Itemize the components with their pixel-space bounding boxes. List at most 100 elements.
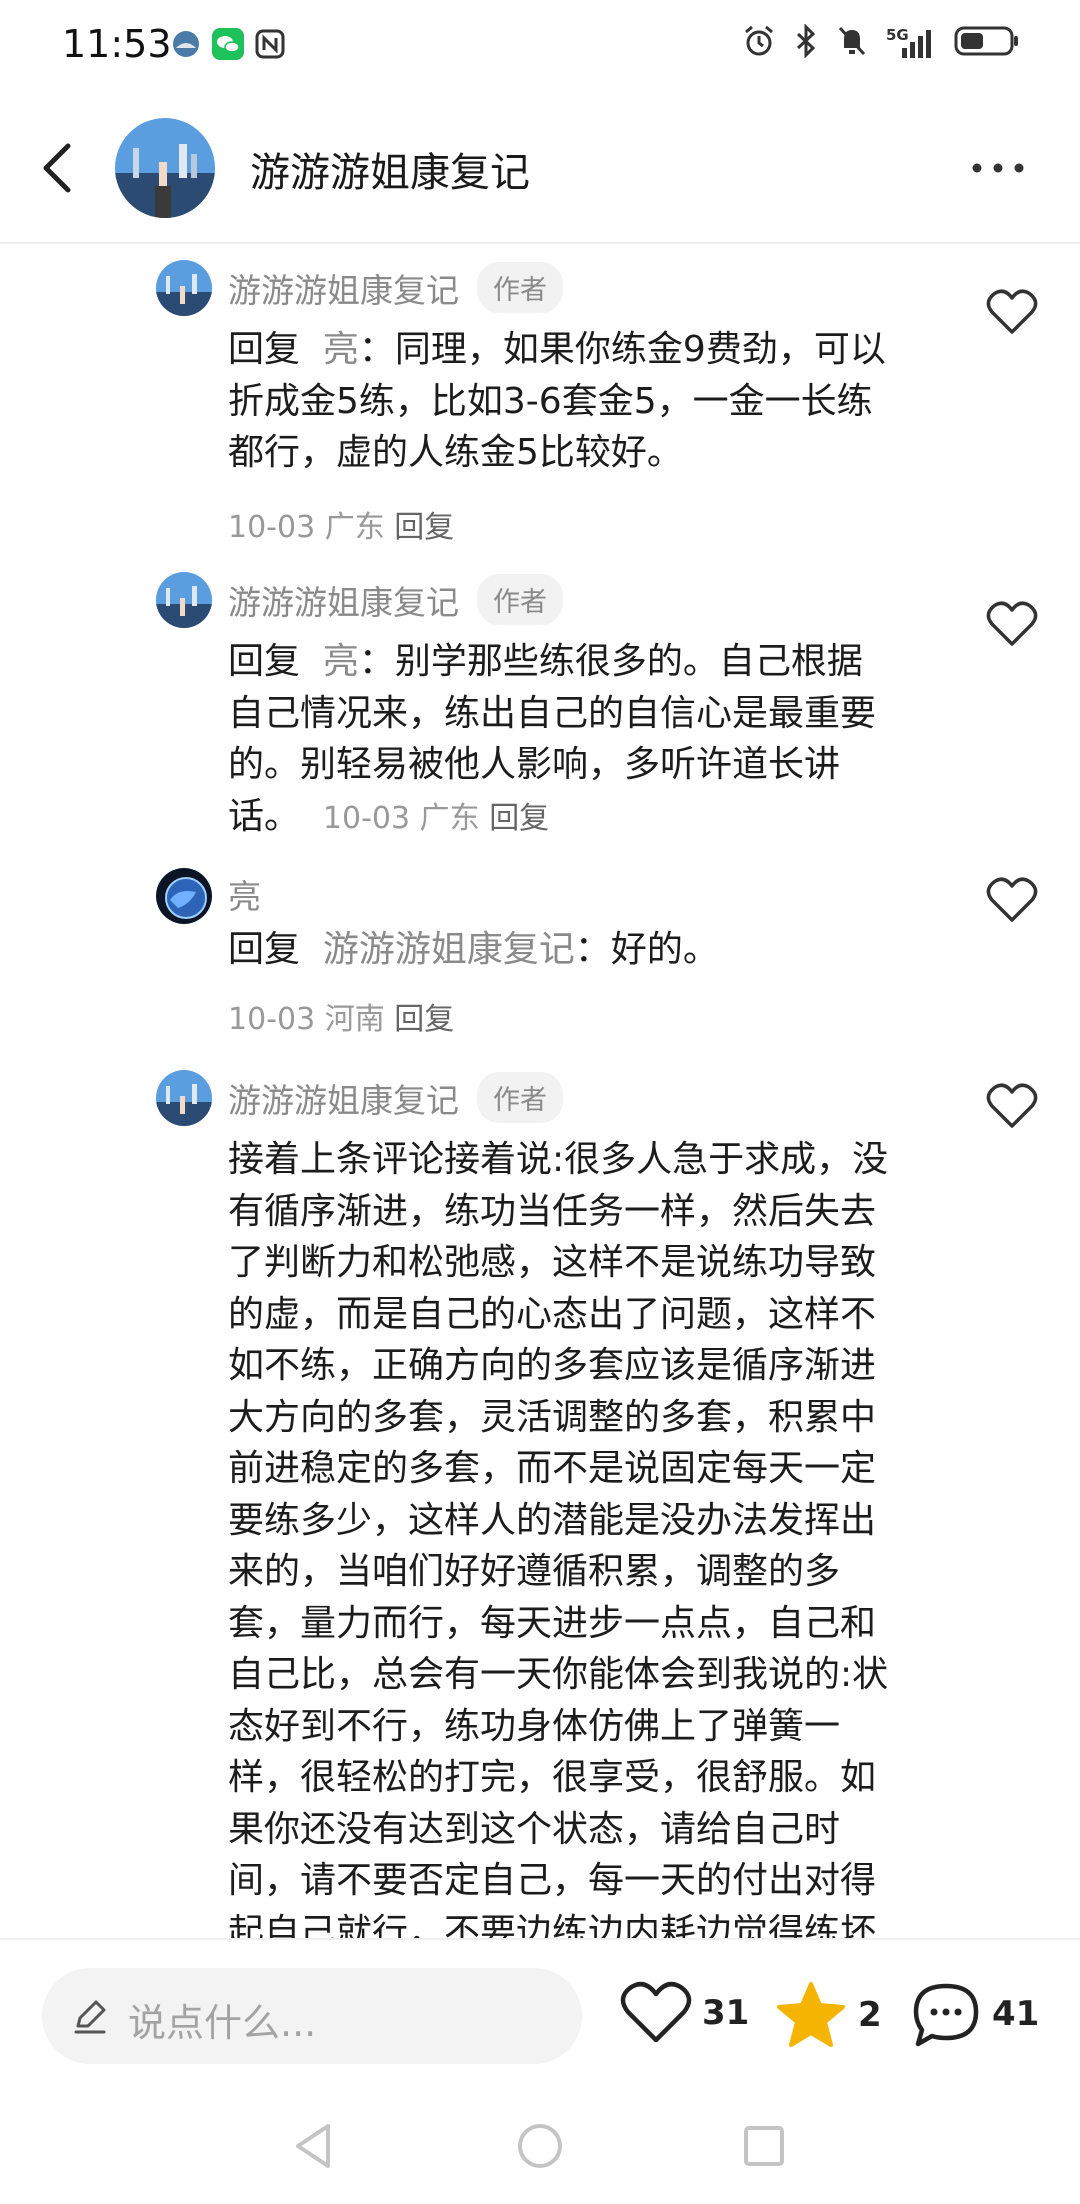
- reply-button[interactable]: 回复: [489, 801, 549, 836]
- bottom-action-bar: 说点什么... 31 2 41: [0, 1938, 1080, 2088]
- like-button[interactable]: [986, 600, 1038, 648]
- comment-stat[interactable]: 41: [910, 1980, 1039, 2048]
- comment-line: 自己比，总会有一天你能体会到我说的:状: [228, 1654, 889, 1695]
- like-button[interactable]: [986, 1082, 1038, 1130]
- heart-icon: [986, 601, 1038, 646]
- back-button[interactable]: [34, 136, 82, 200]
- comment-line: 的虚，而是自己的心态出了问题，这样不: [228, 1293, 877, 1335]
- bluetooth-icon: [794, 23, 818, 62]
- comment-line: 态好到不行，练功身体仿佛上了弹簧一: [228, 1705, 841, 1747]
- comment-line: 如不练，正确方向的多套应该是循序渐进: [228, 1345, 877, 1386]
- heart-icon: [986, 289, 1038, 334]
- comment-line: 要练多少，这样人的潜能是没办法发挥出: [228, 1499, 877, 1541]
- author-badge: 作者: [477, 574, 563, 625]
- avatar[interactable]: [156, 1070, 212, 1126]
- like-button[interactable]: [986, 288, 1038, 336]
- avatar[interactable]: [156, 260, 212, 316]
- comment-header: 游游游姐康复记 作者: [228, 262, 563, 313]
- comment-location: 广东: [419, 800, 480, 836]
- reply-keyword: 回复: [228, 929, 301, 970]
- alarm-icon: [742, 24, 776, 62]
- avatar[interactable]: [156, 572, 212, 628]
- comment-line-text: 话。: [228, 795, 301, 837]
- comment-line: 间，请不要否定自己，每一天的付出对得: [228, 1860, 877, 1901]
- page-title: 游游游姐康复记: [250, 150, 530, 196]
- reply-keyword: 回复: [228, 641, 301, 682]
- comment-line: 样，很轻松的打完，很享受，很舒服。如: [228, 1757, 877, 1798]
- mute-icon: [836, 24, 868, 62]
- header: 游游游姐康复记: [0, 92, 1080, 244]
- nav-back-icon[interactable]: [284, 2116, 344, 2176]
- comment-line-text: ：别学那些练很多的。自己根据: [358, 641, 863, 682]
- author-badge: 作者: [477, 262, 563, 313]
- comment-item: 游游游姐康复记 作者 接着上条评论接着说:很多人急于求成，没 有循序渐进，练功当…: [0, 1070, 1080, 1938]
- reply-button[interactable]: 回复: [394, 510, 454, 545]
- heart-icon: [620, 1981, 692, 2043]
- comment-line: 起自己就行，不要边练边内耗边觉得练坏: [228, 1911, 877, 1939]
- pen-icon: [70, 1996, 110, 2036]
- status-time: 11:53: [62, 22, 172, 66]
- status-left-icons: [170, 28, 286, 60]
- comment-location: 广东: [324, 510, 385, 545]
- star-icon: [777, 1982, 845, 2047]
- comment-text: 回复 游游游姐康复记：好的。: [228, 924, 928, 976]
- favorite-stat[interactable]: 2: [774, 1980, 882, 2050]
- comment-list: 游游游姐康复记 作者 回复 亮：同理，如果你练金9费劲，可以 折成金5练，比如3…: [0, 246, 1080, 1938]
- comment-text: 回复 亮：别学那些练很多的。自己根据 自己情况来，练出自己的自信心是最重要 的。…: [228, 636, 928, 844]
- nav-recents-icon[interactable]: [734, 2116, 794, 2176]
- comment-date: 10-03: [228, 510, 316, 545]
- comment-line: 都行，虚的人练金5比较好。: [228, 432, 683, 473]
- comment-location: 河南: [324, 1002, 385, 1037]
- more-button[interactable]: [968, 150, 1028, 186]
- like-button[interactable]: [986, 876, 1038, 924]
- comment-line: 套，量力而行，每天进步一点点，自己和: [228, 1602, 877, 1644]
- system-nav-bar: [0, 2088, 1080, 2204]
- author-badge: 作者: [477, 1072, 563, 1123]
- more-dots-icon: [972, 163, 1024, 173]
- comment-line: 的。别轻易被他人影响，多听许道长讲: [228, 744, 841, 785]
- comment-author[interactable]: 游游游姐康复记: [228, 576, 459, 624]
- comment-author[interactable]: 游游游姐康复记: [228, 264, 459, 312]
- comment-item: 游游游姐康复记 作者 回复 亮：同理，如果你练金9费劲，可以 折成金5练，比如3…: [0, 260, 1080, 550]
- signal-5g-icon: 5G: [886, 26, 936, 60]
- nav-home-icon[interactable]: [510, 2116, 570, 2176]
- comment-line: 果你还没有达到这个状态，请给自己时: [228, 1808, 841, 1850]
- comment-line-text: ：同理，如果你练金9费劲，可以: [358, 329, 886, 370]
- comment-line: 回复 亮：同理，如果你练金9费劲，可以: [228, 324, 928, 376]
- reply-target[interactable]: 游游游姐康复记: [323, 929, 575, 970]
- comment-text: 接着上条评论接着说:很多人急于求成，没 有循序渐进，练功当任务一样，然后失去 了…: [228, 1134, 928, 1938]
- comment-line: 自己情况来，练出自己的自信心是最重要: [228, 692, 877, 734]
- comment-header: 亮: [228, 870, 261, 918]
- comment-item: 亮 回复 游游游姐康复记：好的。 10-03 河南 回复: [0, 868, 1080, 1037]
- header-avatar[interactable]: [115, 118, 215, 218]
- comment-date: 10-03: [228, 1002, 316, 1037]
- comment-text: 回复 亮：同理，如果你练金9费劲，可以 折成金5练，比如3-6套金5，一金一长练…: [228, 324, 928, 479]
- comment-line: 前进稳定的多套，而不是说固定每天一定: [228, 1448, 877, 1489]
- comment-line: 折成金5练，比如3-6套金5，一金一长练: [228, 380, 873, 422]
- reply-target[interactable]: 亮: [323, 329, 359, 370]
- comment-line: 了判断力和松弛感，这样不是说练功导致: [228, 1242, 877, 1283]
- reply-target[interactable]: 亮: [323, 641, 359, 682]
- avatar[interactable]: [156, 868, 212, 924]
- comment-header: 游游游姐康复记 作者: [228, 1072, 563, 1123]
- status-right-icons: 5G: [742, 23, 1020, 62]
- comment-meta: 10-03 广东 回复: [323, 801, 549, 836]
- comment-line: 话。 10-03 广东 回复: [228, 791, 928, 845]
- like-count: 31: [702, 1993, 750, 2033]
- comment-date: 10-03: [322, 800, 411, 836]
- reply-keyword: 回复: [228, 329, 301, 370]
- comment-author[interactable]: 亮: [228, 870, 261, 918]
- reply-button[interactable]: 回复: [394, 1002, 454, 1037]
- comment-line: 有循序渐进，练功当任务一样，然后失去: [228, 1190, 877, 1232]
- comment-line: 大方向的多套，灵活调整的多套，积累中: [228, 1396, 877, 1438]
- comment-meta: 10-03 河南 回复: [228, 994, 454, 1038]
- comment-count: 41: [992, 1994, 1040, 2034]
- comment-line: 回复 游游游姐康复记：好的。: [228, 924, 928, 976]
- heart-icon: [986, 1083, 1038, 1128]
- like-stat[interactable]: 31: [620, 1980, 749, 2046]
- comment-line: 接着上条评论接着说:很多人急于求成，没: [228, 1139, 889, 1180]
- comment-author[interactable]: 游游游姐康复记: [228, 1074, 459, 1122]
- favorite-count: 2: [858, 1995, 882, 2035]
- nfc-icon: [254, 28, 286, 60]
- comment-input[interactable]: 说点什么...: [42, 1968, 582, 2064]
